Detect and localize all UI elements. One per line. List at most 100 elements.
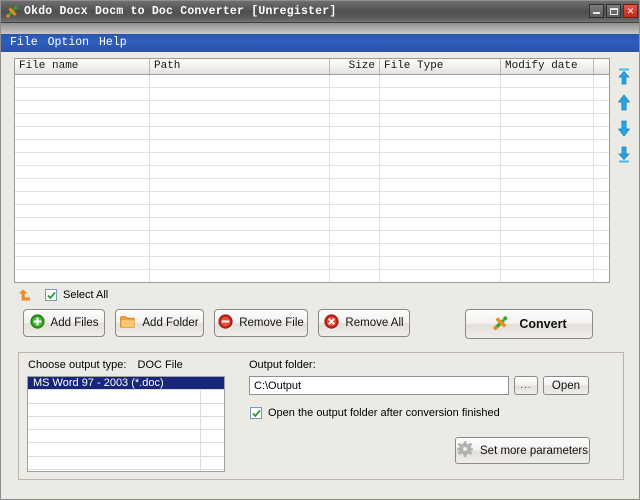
table-cell	[594, 140, 609, 152]
table-cell	[594, 231, 609, 243]
table-cell	[150, 205, 330, 217]
table-row[interactable]	[15, 205, 609, 218]
table-cell	[501, 75, 594, 87]
set-more-parameters-button[interactable]: Set more parameters	[455, 437, 590, 464]
list-item[interactable]	[28, 430, 224, 444]
table-row[interactable]	[15, 75, 609, 88]
open-after-conversion-checkbox[interactable]	[250, 407, 262, 419]
table-row[interactable]	[15, 244, 609, 257]
move-to-top-button[interactable]	[615, 67, 633, 85]
column-header-file-type[interactable]: File Type	[380, 59, 501, 74]
table-cell	[501, 127, 594, 139]
select-all-checkbox[interactable]	[45, 289, 57, 301]
remove-icon	[218, 314, 233, 332]
table-row[interactable]	[15, 192, 609, 205]
table-row[interactable]	[15, 179, 609, 192]
column-header-file-name[interactable]: File name	[15, 59, 150, 74]
table-cell	[380, 179, 501, 191]
menu-bar: File Option Help	[1, 34, 639, 52]
move-up-hint-icon	[18, 288, 34, 302]
table-cell	[15, 192, 150, 204]
minimize-icon	[593, 12, 600, 14]
remove-file-label: Remove File	[239, 317, 304, 329]
table-cell	[150, 127, 330, 139]
list-item[interactable]	[28, 390, 224, 404]
output-folder-input[interactable]	[249, 376, 509, 395]
menu-item-help[interactable]: Help	[95, 35, 133, 51]
move-up-button[interactable]	[615, 93, 633, 111]
table-row[interactable]	[15, 231, 609, 244]
column-header-size[interactable]: Size	[330, 59, 380, 74]
table-row[interactable]	[15, 270, 609, 282]
add-files-button[interactable]: Add Files	[23, 309, 105, 337]
table-row[interactable]	[15, 140, 609, 153]
browse-folder-button[interactable]: ...	[514, 376, 538, 395]
table-cell	[15, 244, 150, 256]
folder-icon	[120, 315, 136, 332]
table-cell	[380, 140, 501, 152]
menu-item-option[interactable]: Option	[44, 35, 95, 51]
table-row[interactable]	[15, 153, 609, 166]
table-cell	[150, 231, 330, 243]
table-cell	[380, 75, 501, 87]
table-cell	[594, 166, 609, 178]
file-list[interactable]: File name Path Size File Type Modify dat…	[14, 58, 610, 283]
list-item[interactable]: MS Word 97 - 2003 (*.doc)	[28, 377, 224, 391]
move-to-bottom-button[interactable]	[615, 145, 633, 163]
list-item[interactable]	[28, 404, 224, 417]
table-cell	[501, 205, 594, 217]
table-cell	[15, 166, 150, 178]
table-cell	[330, 88, 380, 100]
table-cell	[594, 218, 609, 230]
select-all-row: Select All	[18, 287, 108, 303]
table-row[interactable]	[15, 127, 609, 140]
remove-file-button[interactable]: Remove File	[214, 309, 308, 337]
table-cell	[501, 231, 594, 243]
table-cell	[501, 192, 594, 204]
output-format-listbox[interactable]: MS Word 97 - 2003 (*.doc)	[27, 376, 225, 472]
maximize-button[interactable]	[606, 4, 621, 18]
table-row[interactable]	[15, 166, 609, 179]
table-cell	[380, 270, 501, 282]
add-icon	[29, 314, 45, 332]
list-item[interactable]	[28, 417, 224, 431]
table-cell	[330, 127, 380, 139]
table-row[interactable]	[15, 218, 609, 231]
browse-folder-label: ...	[520, 380, 532, 391]
column-header-path[interactable]: Path	[150, 59, 330, 74]
table-cell	[501, 101, 594, 113]
table-cell	[594, 179, 609, 191]
close-button[interactable]: ✕	[623, 4, 638, 18]
table-row[interactable]	[15, 114, 609, 127]
open-after-conversion-row: Open the output folder after conversion …	[250, 407, 500, 419]
table-cell	[15, 218, 150, 230]
column-header-modify-date[interactable]: Modify date	[501, 59, 594, 74]
output-settings-panel: Choose output type: DOC File MS Word 97 …	[18, 352, 624, 480]
menu-item-file[interactable]: File	[6, 35, 44, 51]
table-row[interactable]	[15, 88, 609, 101]
table-cell	[330, 179, 380, 191]
move-down-button[interactable]	[615, 119, 633, 137]
add-folder-button[interactable]: Add Folder	[115, 309, 204, 337]
convert-icon	[491, 314, 511, 335]
open-folder-button[interactable]: Open	[543, 376, 589, 395]
list-item[interactable]	[28, 443, 224, 457]
output-type-label: Choose output type:	[28, 359, 127, 371]
list-item[interactable]	[28, 457, 224, 471]
table-row[interactable]	[15, 257, 609, 270]
table-row[interactable]	[15, 101, 609, 114]
table-cell	[150, 101, 330, 113]
table-cell	[330, 218, 380, 230]
convert-button[interactable]: Convert	[465, 309, 593, 339]
table-cell	[330, 244, 380, 256]
table-cell	[15, 75, 150, 87]
remove-all-button[interactable]: Remove All	[318, 309, 410, 337]
table-cell	[330, 75, 380, 87]
table-cell	[380, 88, 501, 100]
table-cell	[594, 88, 609, 100]
file-list-body[interactable]	[15, 75, 609, 282]
minimize-button[interactable]	[589, 4, 604, 18]
table-cell	[501, 257, 594, 269]
table-cell	[15, 205, 150, 217]
table-cell	[15, 270, 150, 282]
